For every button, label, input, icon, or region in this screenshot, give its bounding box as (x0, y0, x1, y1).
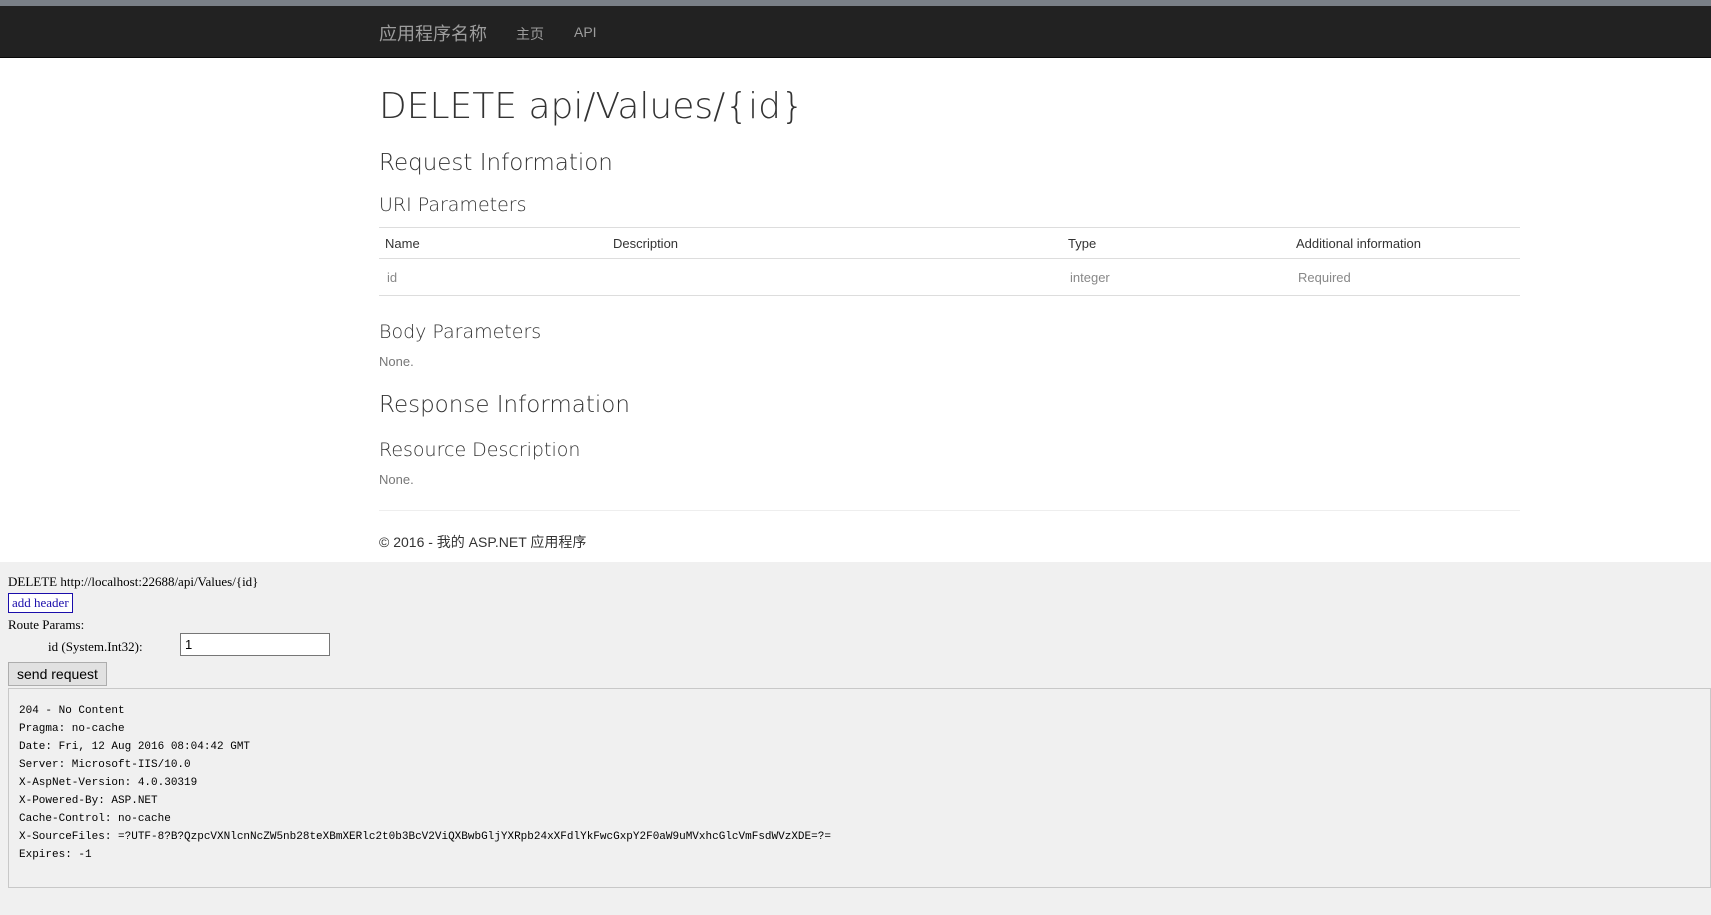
nav-link-api[interactable]: API (574, 24, 597, 40)
response-line: Expires: -1 (19, 849, 92, 861)
navbar: 应用程序名称 主页 API (0, 6, 1711, 58)
response-output: 204 - No Content Pragma: no-cache Date: … (8, 688, 1711, 888)
param-name: id (379, 258, 607, 296)
response-line: Cache-Control: no-cache (19, 813, 171, 825)
resource-description-none: None. (379, 472, 414, 487)
navbar-brand[interactable]: 应用程序名称 (379, 20, 487, 46)
request-line: DELETE http://localhost:22688/api/Values… (8, 574, 259, 589)
response-line: Pragma: no-cache (19, 723, 125, 735)
response-line: Date: Fri, 12 Aug 2016 08:04:42 GMT (19, 741, 251, 753)
response-line: X-Powered-By: ASP.NET (19, 795, 158, 807)
send-request-button[interactable]: send request (8, 662, 107, 686)
response-line: 204 - No Content (19, 705, 125, 717)
column-header-type: Type (1062, 227, 1290, 259)
param-description (607, 258, 1062, 296)
request-information-heading: Request Information (379, 150, 613, 176)
table-row: id integer Required (379, 258, 1520, 296)
column-header-name: Name (379, 227, 607, 259)
page-title: DELETE api/Values/{id} (379, 86, 804, 127)
response-line: Server: Microsoft-IIS/10.0 (19, 759, 191, 771)
uri-parameters-heading: URI Parameters (379, 194, 527, 216)
id-param-input[interactable] (180, 633, 330, 656)
response-information-heading: Response Information (379, 392, 630, 418)
id-param-label: id (System.Int32): (48, 639, 143, 654)
footer-divider (379, 510, 1520, 511)
column-header-description: Description (607, 227, 1062, 259)
param-info: Required (1290, 258, 1520, 296)
param-type: integer (1062, 258, 1290, 296)
resource-description-heading: Resource Description (379, 439, 581, 461)
route-params-label: Route Params: (8, 617, 85, 632)
page-footer: © 2016 - 我的 ASP.NET 应用程序 (379, 534, 587, 550)
api-test-panel: DELETE http://localhost:22688/api/Values… (0, 562, 1711, 915)
add-header-button[interactable]: add header (8, 593, 73, 613)
body-parameters-none: None. (379, 354, 414, 369)
uri-parameters-table: Name Description Type Additional informa… (379, 227, 1520, 296)
response-line: X-SourceFiles: =?UTF-8?B?QzpcVXNlcnNcZW5… (19, 831, 831, 843)
nav-link-home[interactable]: 主页 (516, 24, 544, 44)
table-header-row: Name Description Type Additional informa… (379, 227, 1520, 259)
column-header-additional-information: Additional information (1290, 227, 1520, 259)
response-line: X-AspNet-Version: 4.0.30319 (19, 777, 198, 789)
body-parameters-heading: Body Parameters (379, 321, 542, 343)
